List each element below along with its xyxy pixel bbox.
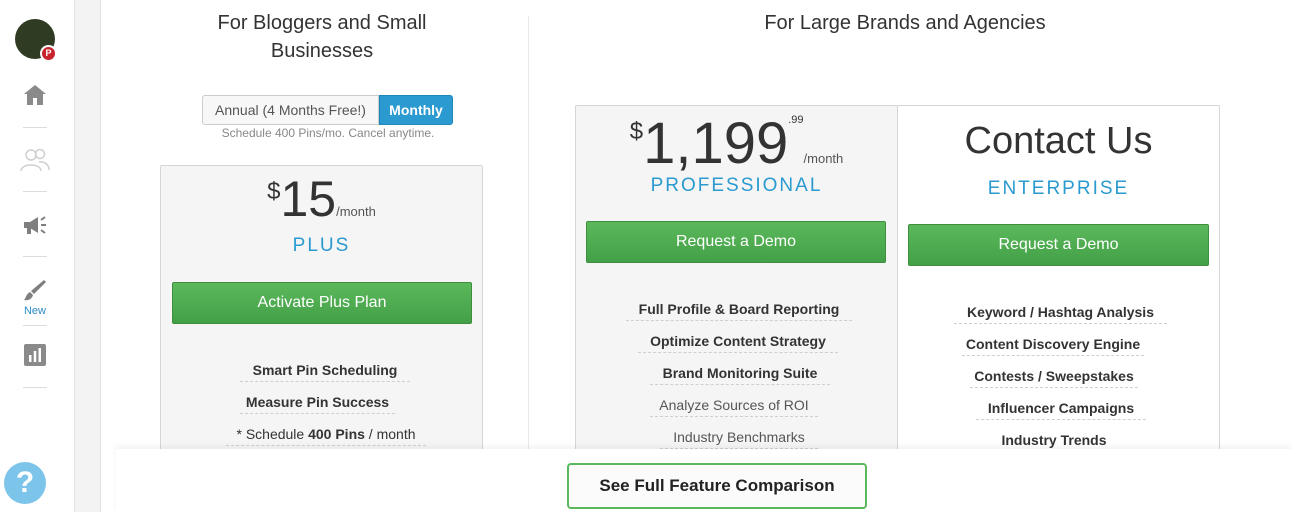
plus-feature: Measure Pin Success xyxy=(240,394,395,414)
sidebar-gutter xyxy=(75,0,101,512)
enterprise-headline: Contact Us xyxy=(964,120,1153,162)
left-sidebar: P New ? xyxy=(0,0,75,512)
professional-tier-label: PROFESSIONAL xyxy=(650,175,823,196)
currency-symbol: $ xyxy=(629,118,644,145)
sidebar-divider xyxy=(23,127,47,128)
feature-text: / month xyxy=(364,426,416,442)
professional-feature: Full Profile & Board Reporting xyxy=(626,301,852,321)
currency-symbol: $ xyxy=(267,178,281,205)
megaphone-icon[interactable] xyxy=(18,208,52,242)
pinterest-icon: P xyxy=(40,45,57,62)
enterprise-feature: Content Discovery Engine xyxy=(962,336,1144,356)
price-period: /month xyxy=(803,151,844,166)
professional-feature: Brand Monitoring Suite xyxy=(650,365,830,385)
professional-feature: Optimize Content Strategy xyxy=(638,333,838,353)
enterprise-feature: Contests / Sweepstakes xyxy=(970,368,1138,388)
plus-feature: Smart Pin Scheduling xyxy=(240,362,410,382)
price-amount: 15 xyxy=(280,171,337,227)
feature-comparison-button[interactable]: See Full Feature Comparison xyxy=(567,463,867,509)
sidebar-divider xyxy=(23,256,47,257)
small-business-heading: For Bloggers and Small Businesses xyxy=(217,12,427,62)
annual-billing-option[interactable]: Annual (4 Months Free!) xyxy=(202,95,379,125)
plus-feature: * Schedule 400 Pins / month xyxy=(226,426,426,446)
paintbrush-icon[interactable] xyxy=(18,273,52,307)
professional-feature: Analyze Sources of ROI xyxy=(650,397,818,417)
sidebar-divider xyxy=(23,191,47,192)
help-icon[interactable]: ? xyxy=(4,462,46,504)
enterprise-feature: Keyword / Hashtag Analysis xyxy=(954,304,1167,324)
billing-toggle: Annual (4 Months Free!) Monthly xyxy=(202,95,453,125)
column-divider xyxy=(528,16,529,456)
billing-subtext: Schedule 400 Pins/mo. Cancel anytime. xyxy=(221,126,435,140)
professional-request-demo-button[interactable]: Request a Demo xyxy=(586,221,886,263)
enterprise-feature: Influencer Campaigns xyxy=(976,400,1146,420)
price-period: /month xyxy=(336,204,376,219)
professional-feature: Industry Benchmarks xyxy=(660,429,818,449)
sidebar-divider xyxy=(23,387,47,388)
analytics-icon[interactable] xyxy=(18,338,52,372)
feature-highlight: 400 Pins xyxy=(308,426,365,442)
price-amount: 1,199 xyxy=(643,111,789,176)
users-icon[interactable] xyxy=(18,143,52,177)
price-cents: .99 xyxy=(788,114,804,126)
avatar[interactable]: P xyxy=(15,19,57,62)
enterprise-request-demo-button[interactable]: Request a Demo xyxy=(908,224,1209,266)
monthly-billing-option[interactable]: Monthly xyxy=(379,95,453,125)
professional-price: $1,199.99/month xyxy=(575,110,898,177)
sidebar-divider xyxy=(23,325,47,326)
plus-tier-label: PLUS xyxy=(292,235,351,256)
plus-price: $15/month xyxy=(160,170,483,228)
activate-plus-button[interactable]: Activate Plus Plan xyxy=(172,282,472,324)
new-label: New xyxy=(23,305,46,317)
home-icon[interactable] xyxy=(18,78,52,112)
large-brands-heading: For Large Brands and Agencies xyxy=(764,12,1046,34)
enterprise-tier-label: ENTERPRISE xyxy=(987,178,1130,199)
feature-text: * Schedule xyxy=(236,426,309,442)
